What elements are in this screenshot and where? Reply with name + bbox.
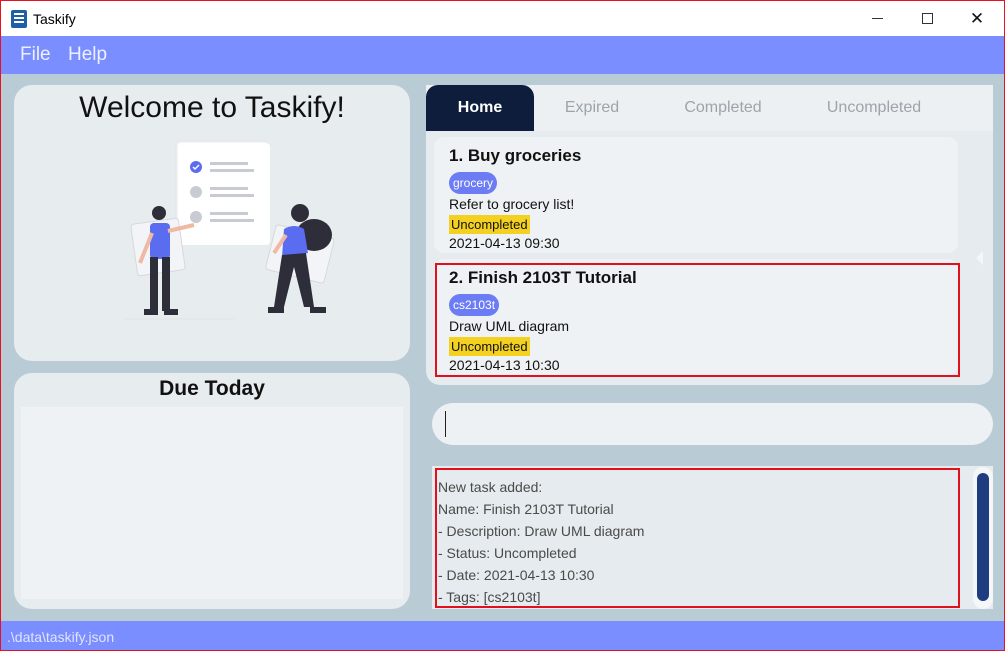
command-input[interactable] xyxy=(432,403,993,445)
tab-home[interactable]: Home xyxy=(426,85,534,131)
highlight-box-task xyxy=(435,263,960,377)
welcome-title: Welcome to Taskify! xyxy=(79,91,345,124)
menu-help[interactable]: Help xyxy=(68,44,107,66)
app-icon xyxy=(11,10,27,28)
close-button[interactable]: ✕ xyxy=(951,1,1003,36)
minimize-icon xyxy=(871,18,883,19)
data-file-path: .\data\taskify.json xyxy=(7,629,115,645)
task-tag: grocery xyxy=(449,172,498,194)
task-date: 2021-04-13 09:30 xyxy=(449,235,560,251)
window-title: Taskify xyxy=(33,11,76,27)
task-status-badge: Uncompleted xyxy=(449,215,530,234)
maximize-button[interactable] xyxy=(901,1,953,36)
tab-completed[interactable]: Completed xyxy=(661,85,785,131)
highlight-box-result xyxy=(435,468,960,608)
close-icon: ✕ xyxy=(969,8,985,29)
scroll-arrow-icon[interactable] xyxy=(976,251,983,265)
due-today-title: Due Today xyxy=(159,377,265,400)
status-bar: .\data\taskify.json xyxy=(1,621,1004,650)
task-name: 1. Buy groceries xyxy=(449,146,582,165)
maximize-icon xyxy=(921,13,933,24)
task-description: Refer to grocery list! xyxy=(449,196,575,212)
due-today-list[interactable] xyxy=(21,407,403,599)
menu-file[interactable]: File xyxy=(20,44,51,66)
minimize-button[interactable] xyxy=(851,1,903,36)
result-scrollbar-thumb[interactable] xyxy=(977,473,989,601)
app-window: Taskify ✕ File Help Welcome to Taskify! xyxy=(0,0,1005,651)
due-today-panel: Due Today xyxy=(14,373,410,609)
tab-expired[interactable]: Expired xyxy=(546,85,638,131)
title-bar[interactable]: Taskify ✕ xyxy=(1,1,1004,36)
tab-bar: Home Expired Completed Uncompleted xyxy=(426,85,993,131)
task-card[interactable]: 1. Buy groceries grocery Refer to grocer… xyxy=(434,137,958,253)
people-with-checklist-illustration xyxy=(124,140,335,320)
welcome-panel: Welcome to Taskify! xyxy=(14,85,410,361)
tab-uncompleted[interactable]: Uncompleted xyxy=(806,85,942,131)
text-caret xyxy=(445,411,446,437)
menu-bar: File Help xyxy=(1,36,1004,74)
